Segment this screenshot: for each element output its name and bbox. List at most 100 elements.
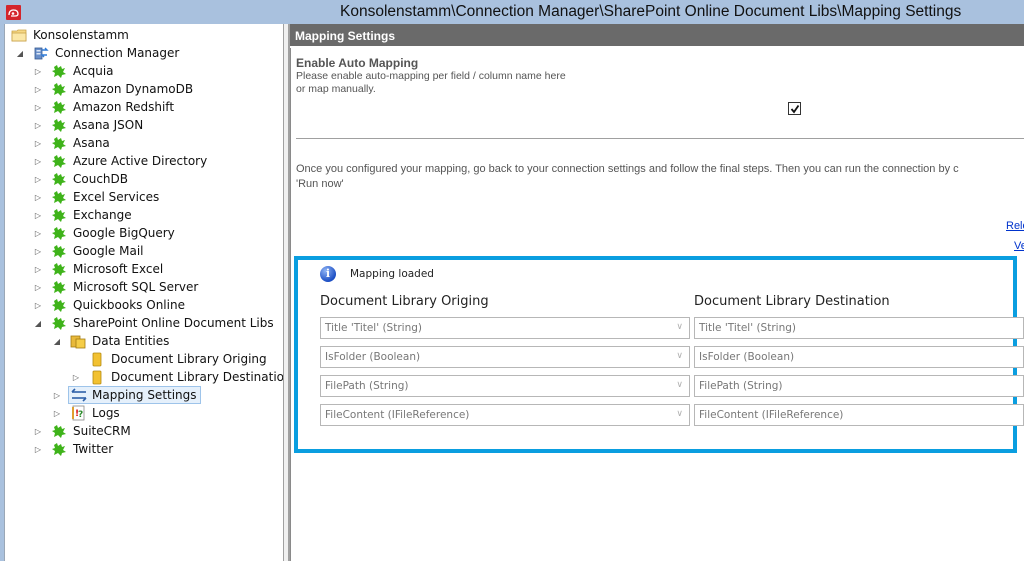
tree-node-connector[interactable]: ▷ Amazon DynamoDB bbox=[33, 80, 197, 98]
tree-node-mapping-settings[interactable]: ▷ Mapping Settings bbox=[52, 386, 201, 404]
mapping-status: i Mapping loaded bbox=[320, 266, 434, 282]
origin-field-select[interactable]: IsFolder (Boolean) ∨ bbox=[320, 346, 690, 368]
origin-field-select[interactable]: FilePath (String) ∨ bbox=[320, 375, 690, 397]
destination-field-select[interactable]: Title 'Titel' (String) bbox=[694, 317, 1024, 339]
tree-node-connector[interactable]: ▷ Exchange bbox=[33, 206, 136, 224]
tree-node-connector[interactable]: ▷ Amazon Redshift bbox=[33, 98, 178, 116]
logs-icon: !? bbox=[70, 405, 86, 421]
tree-node-connector[interactable]: ▷ Asana JSON bbox=[33, 116, 147, 134]
collapse-arrow-icon[interactable]: ◢ bbox=[33, 318, 43, 328]
connector-icon bbox=[51, 423, 67, 439]
auto-mapping-title: Enable Auto Mapping bbox=[296, 56, 419, 70]
expand-arrow-icon[interactable]: ▷ bbox=[33, 210, 43, 220]
tree-node-label-wrap: Asana bbox=[49, 134, 114, 152]
tree-node-connector[interactable]: ▷ Quickbooks Online bbox=[33, 296, 189, 314]
tree-node-label: Twitter bbox=[73, 442, 114, 456]
tree-node-label-wrap: Connection Manager bbox=[31, 44, 183, 62]
mapping-panel: i Mapping loaded Document Library Origin… bbox=[294, 256, 1024, 453]
tree-node-connector[interactable]: ▷ CouchDB bbox=[33, 170, 132, 188]
origin-column-header: Document Library Origing bbox=[320, 294, 489, 309]
expand-arrow-icon[interactable]: ▷ bbox=[33, 444, 43, 454]
tree-node-label: SuiteCRM bbox=[73, 424, 131, 438]
section-header: Mapping Settings bbox=[290, 24, 1024, 46]
collapse-arrow-icon[interactable]: ◢ bbox=[15, 48, 25, 58]
connector-icon bbox=[51, 261, 67, 277]
origin-field-select[interactable]: Title 'Titel' (String) ∨ bbox=[320, 317, 690, 339]
expand-arrow-icon[interactable]: ▷ bbox=[33, 192, 43, 202]
expand-arrow-icon[interactable]: ▷ bbox=[33, 120, 43, 130]
tree-node-connector[interactable]: ▷ Excel Services bbox=[33, 188, 163, 206]
tree-node-connection-manager[interactable]: ◢ Connection Manager bbox=[15, 44, 183, 62]
select-value: FileContent (IFileReference) bbox=[699, 409, 844, 421]
mapping-arrows-icon bbox=[70, 387, 87, 403]
auto-mapping-checkbox[interactable] bbox=[788, 102, 801, 115]
expand-arrow-icon[interactable]: ▷ bbox=[52, 408, 62, 418]
tree-node-connector[interactable]: ◢ SharePoint Online Document Libs bbox=[33, 314, 278, 332]
navigation-tree[interactable]: Konsolenstamm ◢ Connection Manager ▷ Acquia ▷… bbox=[4, 24, 292, 561]
destination-field-select[interactable]: FilePath (String) bbox=[694, 375, 1024, 397]
connector-icon bbox=[51, 297, 67, 313]
expand-arrow-icon[interactable]: ▷ bbox=[33, 156, 43, 166]
tree-node-connector[interactable]: ▷ Azure Active Directory bbox=[33, 152, 211, 170]
expand-arrow-icon[interactable]: ▷ bbox=[33, 174, 43, 184]
destination-field-select[interactable]: IsFolder (Boolean) bbox=[694, 346, 1024, 368]
origin-field-select[interactable]: FileContent (IFileReference) ∨ bbox=[320, 404, 690, 426]
tree-node-label: SharePoint Online Document Libs bbox=[73, 316, 274, 330]
connector-icon bbox=[51, 63, 67, 79]
checkmark-icon bbox=[790, 104, 800, 114]
tree-node-connector[interactable]: ▷ Acquia bbox=[33, 62, 118, 80]
expand-arrow-icon[interactable]: ▷ bbox=[33, 66, 43, 76]
auto-mapping-description: Please enable auto-mapping per field / c… bbox=[296, 70, 566, 95]
entity-icon bbox=[89, 351, 105, 367]
chevron-down-icon[interactable]: ∨ bbox=[676, 409, 683, 419]
instructions-text: Once you configured your mapping, go bac… bbox=[296, 163, 959, 190]
select-value: IsFolder (Boolean) bbox=[325, 351, 421, 363]
expand-arrow-icon[interactable]: ▷ bbox=[33, 228, 43, 238]
tree-node-label-wrap: Google BigQuery bbox=[49, 224, 179, 242]
tree-node-entity[interactable]: Document Library Origing bbox=[71, 350, 271, 368]
tree-node-connector[interactable]: ▷ SuiteCRM bbox=[33, 422, 135, 440]
tree-node-label-wrap: Acquia bbox=[49, 62, 118, 80]
application-window: Konsolenstamm\Connection Manager\SharePo… bbox=[0, 0, 1024, 561]
tree-node-label-wrap: Microsoft Excel bbox=[49, 260, 167, 278]
chevron-down-icon[interactable]: ∨ bbox=[676, 322, 683, 332]
tree-node-connector[interactable]: ▷ Twitter bbox=[33, 440, 117, 458]
connector-icon bbox=[51, 99, 67, 115]
expand-arrow-icon[interactable]: ▷ bbox=[33, 246, 43, 256]
chevron-down-icon[interactable]: ∨ bbox=[676, 380, 683, 390]
data-entities-icon bbox=[70, 333, 86, 349]
expand-arrow-icon[interactable]: ▷ bbox=[33, 426, 43, 436]
tree-node-root[interactable]: Konsolenstamm bbox=[9, 26, 133, 44]
tree-node-label: Document Library Destination bbox=[111, 370, 292, 384]
chevron-down-icon[interactable]: ∨ bbox=[676, 351, 683, 361]
expand-arrow-icon[interactable]: ▷ bbox=[33, 84, 43, 94]
select-value: FileContent (IFileReference) bbox=[325, 409, 470, 421]
connector-icon bbox=[51, 153, 67, 169]
collapse-arrow-icon[interactable]: ◢ bbox=[52, 336, 62, 346]
tree-node-data-entities[interactable]: ◢ Data Entities bbox=[52, 332, 173, 350]
expand-arrow-icon[interactable]: ▷ bbox=[33, 282, 43, 292]
expand-arrow-icon[interactable]: ▷ bbox=[33, 264, 43, 274]
expand-arrow-icon[interactable]: ▷ bbox=[33, 102, 43, 112]
connector-icon bbox=[51, 189, 67, 205]
tree-node-label-wrap: Mapping Settings bbox=[68, 386, 201, 404]
app-logo-icon[interactable] bbox=[6, 5, 21, 20]
divider bbox=[296, 138, 1024, 139]
expand-arrow-icon[interactable]: ▷ bbox=[71, 372, 81, 382]
expand-arrow-icon[interactable]: ▷ bbox=[33, 300, 43, 310]
tree-node-connector[interactable]: ▷ Google BigQuery bbox=[33, 224, 179, 242]
tree-node-connector[interactable]: ▷ Microsoft SQL Server bbox=[33, 278, 202, 296]
verify-link[interactable]: Ve bbox=[1014, 240, 1024, 252]
tree-node-connector[interactable]: ▷ Asana bbox=[33, 134, 114, 152]
tree-node-label: Microsoft Excel bbox=[73, 262, 164, 276]
tree-node-entity[interactable]: ▷ Document Library Destination bbox=[71, 368, 296, 386]
tree-node-label: Mapping Settings bbox=[92, 388, 197, 402]
destination-field-select[interactable]: FileContent (IFileReference) bbox=[694, 404, 1024, 426]
tree-node-logs[interactable]: ▷!? Logs bbox=[52, 404, 124, 422]
expand-arrow-icon[interactable]: ▷ bbox=[52, 390, 62, 400]
expand-arrow-icon[interactable]: ▷ bbox=[33, 138, 43, 148]
tree-node-connector[interactable]: ▷ Google Mail bbox=[33, 242, 148, 260]
tree-node-label: Excel Services bbox=[73, 190, 160, 204]
reload-link[interactable]: Relo bbox=[1006, 220, 1024, 232]
tree-node-connector[interactable]: ▷ Microsoft Excel bbox=[33, 260, 167, 278]
